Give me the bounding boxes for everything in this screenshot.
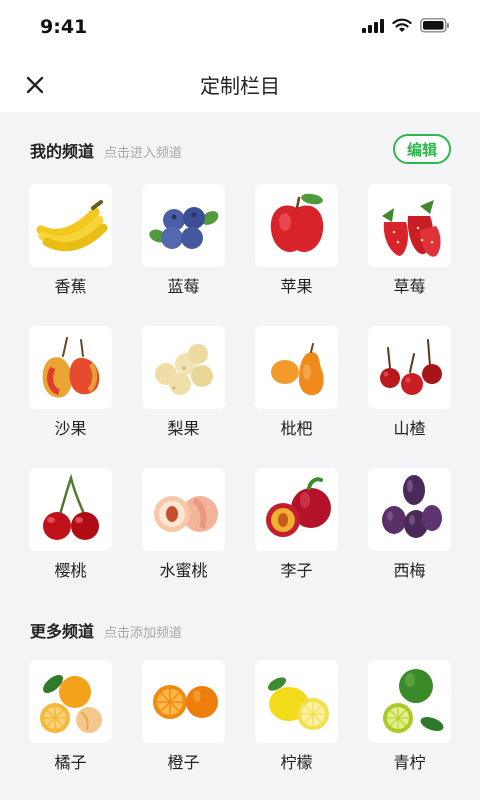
channel-tile-apple[interactable]: 苹果 bbox=[255, 184, 338, 298]
thumbnail bbox=[142, 660, 225, 743]
tile-label: 梨果 bbox=[167, 419, 200, 438]
tile-label: 橙子 bbox=[167, 753, 200, 772]
channel-tile-tangerine[interactable]: 橘子 bbox=[29, 660, 112, 774]
channel-tile-pear[interactable]: 梨果 bbox=[142, 326, 225, 440]
wifi-icon bbox=[392, 18, 412, 32]
my-channels-grid: 香蕉 蓝莓 苹果 草莓 沙果 梨果 枇杷 山楂 樱桃 水蜜桃 李子 西梅 bbox=[29, 184, 453, 582]
tile-label: 枇杷 bbox=[280, 419, 313, 438]
thumbnail bbox=[142, 326, 225, 409]
channel-tile-banana[interactable]: 香蕉 bbox=[29, 184, 112, 298]
tile-label: 樱桃 bbox=[54, 561, 87, 580]
orange-icon bbox=[152, 684, 218, 719]
banana-icon bbox=[36, 199, 107, 251]
status-bar: 9:41 bbox=[0, 0, 480, 56]
channel-tile-blueberry[interactable]: 蓝莓 bbox=[142, 184, 225, 298]
tile-label: 李子 bbox=[280, 561, 313, 580]
thumbnail bbox=[29, 468, 112, 551]
page-title: 定制栏目 bbox=[200, 74, 280, 98]
nav-bar: 定制栏目 bbox=[0, 56, 480, 112]
tile-label: 沙果 bbox=[54, 419, 87, 438]
status-time: 9:41 bbox=[40, 16, 88, 38]
tangerine-icon bbox=[39, 674, 102, 733]
edit-button[interactable]: 编辑 bbox=[393, 134, 451, 164]
thumbnail bbox=[255, 660, 338, 743]
thumbnail bbox=[368, 468, 451, 551]
thumbnail bbox=[368, 326, 451, 409]
apple-icon bbox=[270, 193, 323, 252]
peach-icon bbox=[153, 495, 218, 532]
tile-label: 蓝莓 bbox=[167, 277, 200, 296]
channel-tile-crabapple[interactable]: 沙果 bbox=[29, 326, 112, 440]
thumbnail bbox=[142, 468, 225, 551]
thumbnail bbox=[29, 184, 112, 267]
channel-tile-orange[interactable]: 橙子 bbox=[142, 660, 225, 774]
thumbnail bbox=[255, 184, 338, 267]
cherry-icon bbox=[42, 473, 99, 540]
lime-icon bbox=[382, 668, 443, 733]
section-title: 更多频道 bbox=[30, 622, 95, 641]
thumbnail bbox=[255, 468, 338, 551]
more-channels-grid: 橘子 橙子 柠檬 青柠 bbox=[29, 660, 453, 774]
tile-label: 香蕉 bbox=[54, 277, 87, 296]
tile-label: 苹果 bbox=[280, 277, 313, 296]
my-channels-header: 我的频道 点击进入频道 bbox=[30, 138, 182, 162]
prune-icon bbox=[381, 474, 442, 538]
tile-label: 青柠 bbox=[393, 753, 426, 772]
thumbnail bbox=[255, 326, 338, 409]
crabapple-icon bbox=[42, 336, 99, 398]
plum-icon bbox=[265, 476, 331, 537]
strawberry-icon bbox=[381, 199, 440, 257]
channel-tile-peach[interactable]: 水蜜桃 bbox=[142, 468, 225, 582]
tile-label: 柠檬 bbox=[280, 753, 313, 772]
section-hint: 点击进入频道 bbox=[104, 146, 183, 161]
channel-tile-cherry[interactable]: 樱桃 bbox=[29, 468, 112, 582]
tile-label: 西梅 bbox=[393, 561, 426, 580]
channel-tile-lime[interactable]: 青柠 bbox=[368, 660, 451, 774]
channel-tile-strawberry[interactable]: 草莓 bbox=[368, 184, 451, 298]
channel-tile-hawthorn[interactable]: 山楂 bbox=[368, 326, 451, 440]
thumbnail bbox=[368, 660, 451, 743]
channel-tile-prune[interactable]: 西梅 bbox=[368, 468, 451, 582]
battery-icon bbox=[420, 18, 449, 33]
hawthorn-icon bbox=[379, 338, 442, 395]
lemon-icon bbox=[267, 676, 329, 730]
section-hint: 点击添加频道 bbox=[104, 626, 183, 641]
more-channels-header: 更多频道 点击添加频道 bbox=[30, 618, 182, 642]
thumbnail bbox=[29, 660, 112, 743]
pear-icon bbox=[154, 343, 213, 395]
channel-tile-lemon[interactable]: 柠檬 bbox=[255, 660, 338, 774]
thumbnail bbox=[29, 326, 112, 409]
thumbnail bbox=[368, 184, 451, 267]
tile-label: 山楂 bbox=[393, 419, 426, 438]
channel-tile-plum[interactable]: 李子 bbox=[255, 468, 338, 582]
tile-label: 草莓 bbox=[393, 277, 426, 296]
status-icons bbox=[362, 18, 450, 33]
thumbnail bbox=[142, 184, 225, 267]
loquat-icon bbox=[270, 342, 324, 395]
channel-tile-loquat[interactable]: 枇杷 bbox=[255, 326, 338, 440]
tile-label: 橘子 bbox=[54, 753, 87, 772]
section-title: 我的频道 bbox=[30, 142, 95, 161]
blueberry-icon bbox=[148, 206, 218, 249]
tile-label: 水蜜桃 bbox=[159, 561, 208, 580]
signal-icon bbox=[362, 18, 384, 33]
